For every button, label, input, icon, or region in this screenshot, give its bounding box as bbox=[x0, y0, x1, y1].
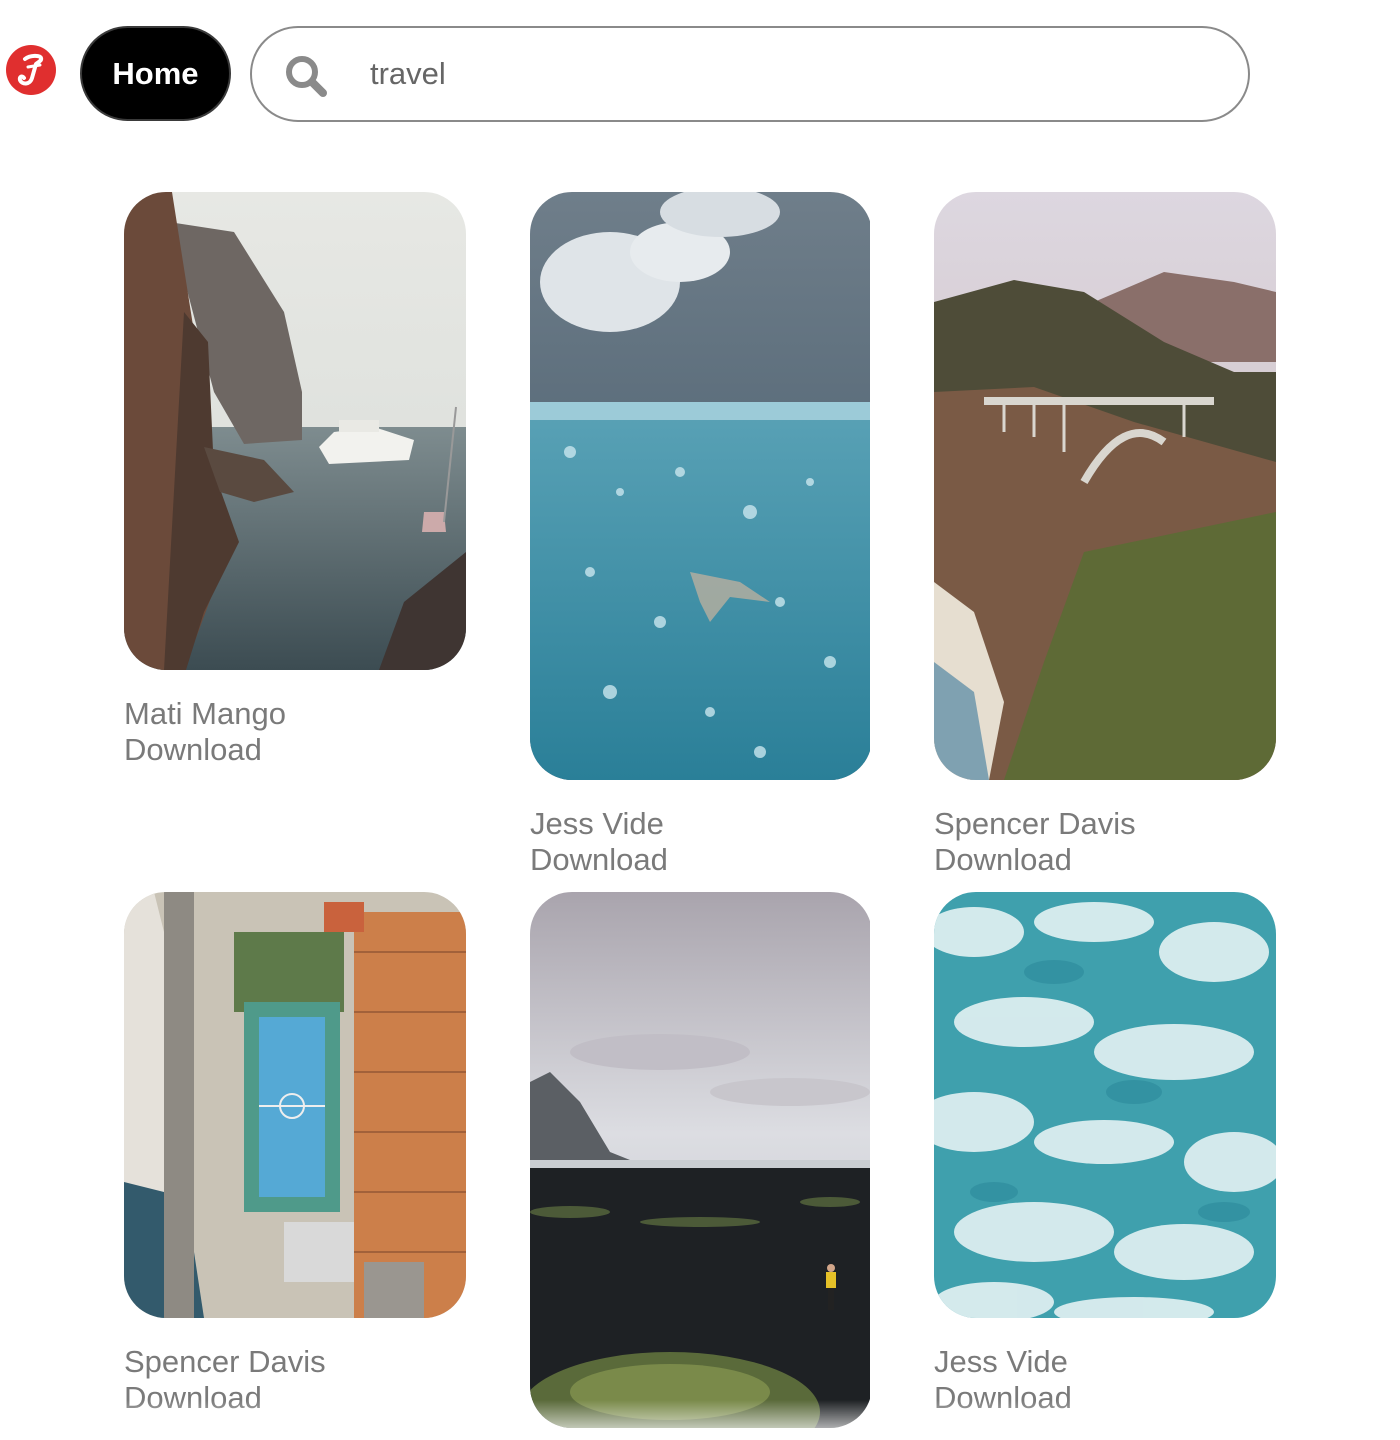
pin-image[interactable] bbox=[124, 892, 466, 1318]
pin-image[interactable] bbox=[530, 892, 872, 1428]
pin-author[interactable]: Jess Vide bbox=[934, 1344, 1276, 1380]
download-link[interactable]: Download bbox=[124, 732, 466, 768]
pin-author[interactable]: Mati Mango bbox=[124, 696, 466, 732]
download-link[interactable]: Download bbox=[124, 1380, 466, 1416]
pin-author[interactable]: Spencer Davis bbox=[934, 806, 1276, 842]
download-link[interactable]: Download bbox=[934, 842, 1276, 878]
download-link[interactable]: Download bbox=[530, 842, 872, 878]
pin-image[interactable] bbox=[934, 192, 1276, 780]
pin-image[interactable] bbox=[530, 192, 872, 780]
search-bar[interactable] bbox=[250, 26, 1250, 122]
page: Home travel Mati Mango Download Jess Vid… bbox=[0, 0, 1400, 1440]
home-button[interactable]: Home bbox=[80, 26, 231, 121]
pin-card: Mati Mango Download bbox=[124, 192, 466, 768]
pin-author[interactable]: Jess Vide bbox=[530, 806, 872, 842]
logo-icon[interactable] bbox=[6, 45, 56, 95]
pin-card: Jess Vide Download bbox=[530, 192, 872, 878]
search-icon[interactable] bbox=[282, 52, 330, 105]
pin-image[interactable] bbox=[934, 892, 1276, 1318]
pin-card bbox=[530, 892, 872, 1428]
pin-card: Spencer Davis Download bbox=[124, 892, 466, 1416]
pin-author[interactable]: Spencer Davis bbox=[124, 1344, 466, 1380]
download-link[interactable]: Download bbox=[934, 1380, 1276, 1416]
pin-card: Jess Vide Download bbox=[934, 892, 1276, 1416]
pin-image[interactable] bbox=[124, 192, 466, 670]
pin-card: Spencer Davis Download bbox=[934, 192, 1276, 878]
search-input[interactable] bbox=[370, 50, 1210, 98]
